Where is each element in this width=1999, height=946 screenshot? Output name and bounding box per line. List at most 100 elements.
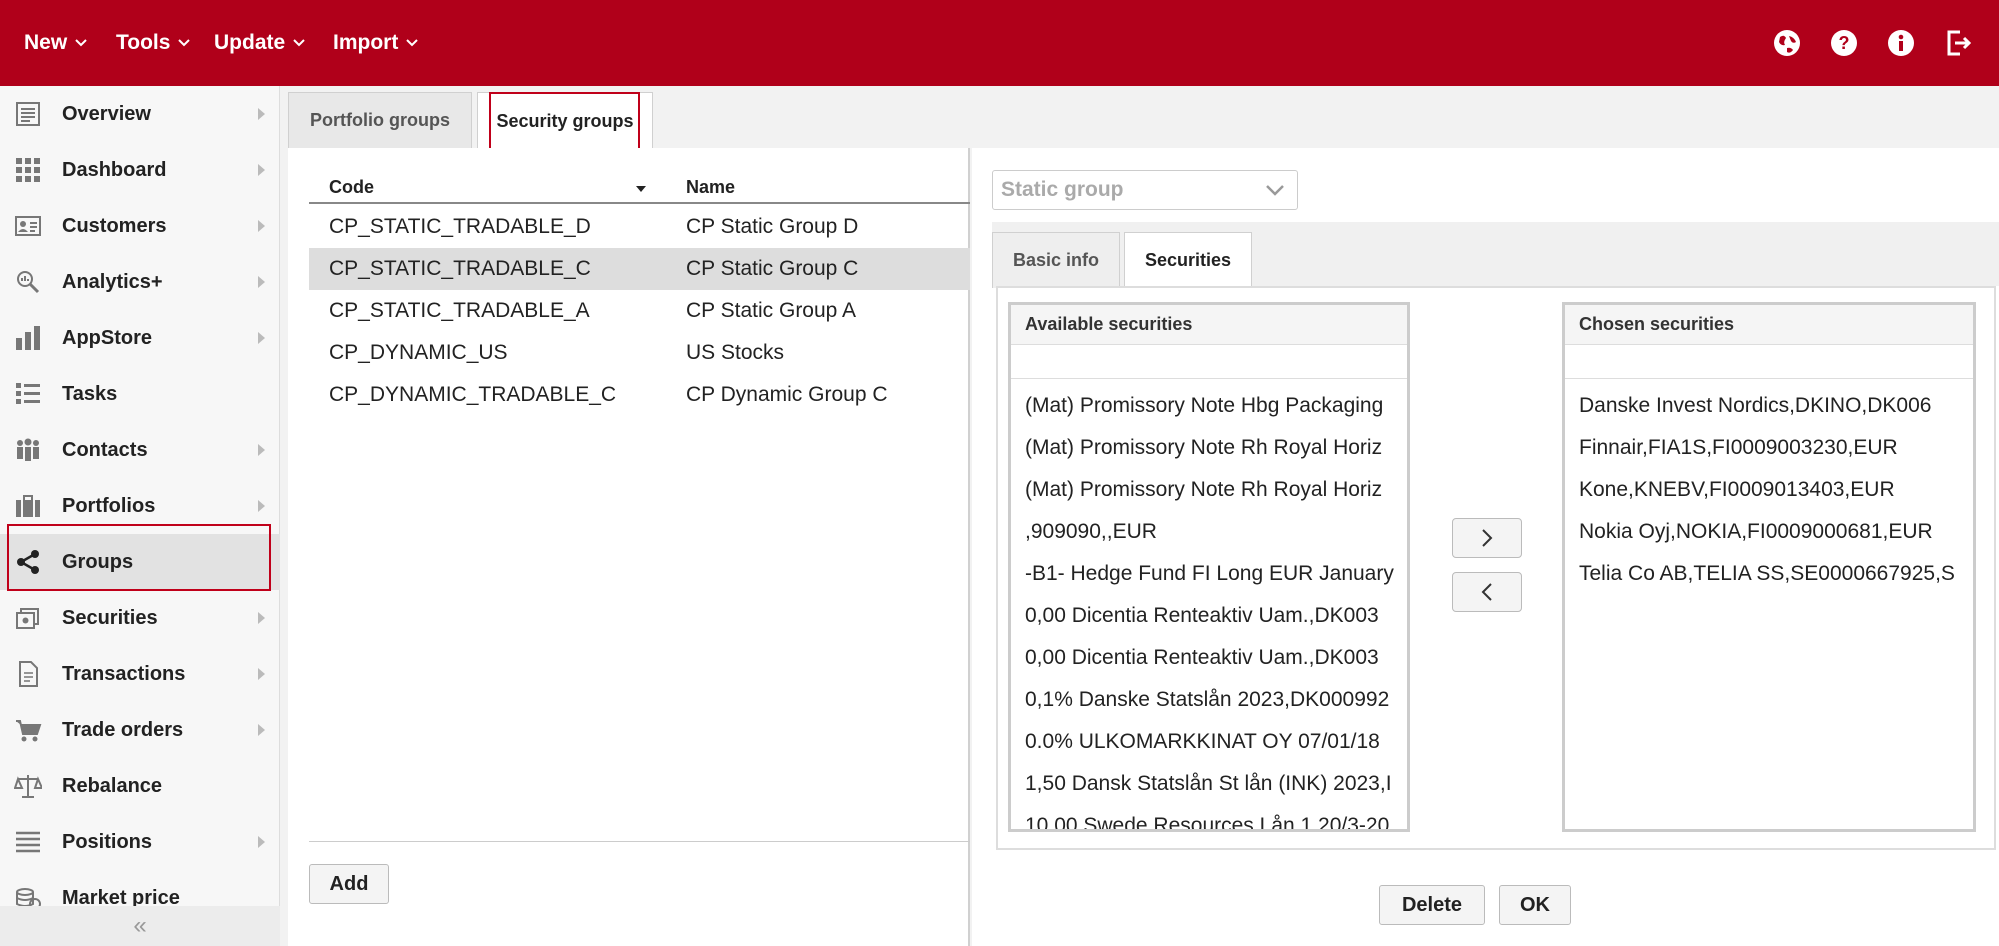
- menu-update[interactable]: Update: [214, 0, 305, 86]
- cell-code: CP_STATIC_TRADABLE_A: [329, 299, 590, 322]
- group-type-select[interactable]: Static group: [992, 170, 1298, 210]
- customers-icon: [12, 210, 44, 242]
- sidebar-item-label: Trade orders: [62, 718, 184, 741]
- chevron-right-icon: [258, 836, 265, 848]
- sidebar-item-securities[interactable]: Securities: [0, 590, 280, 646]
- list-item[interactable]: (Mat) Promissory Note Hbg Packaging: [1025, 385, 1383, 427]
- chevron-right-icon: [258, 724, 265, 736]
- menu-import[interactable]: Import: [333, 0, 419, 86]
- add-button[interactable]: Add: [309, 864, 389, 904]
- transactions-icon: [12, 658, 44, 690]
- list-item[interactable]: 0.0% ULKOMARKKINAT OY 07/01/18: [1025, 721, 1380, 763]
- table-row[interactable]: CP_STATIC_TRADABLE_A CP Static Group A: [309, 290, 970, 332]
- list-filter-input[interactable]: [1011, 345, 1407, 379]
- svg-text:?: ?: [1839, 33, 1850, 53]
- list-item[interactable]: (Mat) Promissory Note Rh Royal Horiz: [1025, 427, 1382, 469]
- chevron-right-icon: [258, 500, 265, 512]
- tab-label: Basic info: [1012, 250, 1100, 270]
- list-item[interactable]: Telia Co AB,TELIA SS,SE0000667925,S: [1579, 553, 1955, 595]
- menu-new[interactable]: New: [24, 0, 87, 86]
- list-item[interactable]: -B1- Hedge Fund FI Long EUR January: [1025, 553, 1394, 595]
- tab-securities[interactable]: Securities: [1124, 232, 1252, 287]
- sidebar-item-positions[interactable]: Positions: [0, 814, 280, 870]
- sidebar-collapse-button[interactable]: «: [0, 906, 280, 946]
- sidebar-item-label: Transactions: [62, 662, 186, 685]
- tab-portfolio-groups[interactable]: Portfolio groups: [288, 92, 472, 148]
- table-row[interactable]: CP_DYNAMIC_TRADABLE_C CP Dynamic Group C: [309, 374, 970, 416]
- globe-icon[interactable]: [1770, 26, 1804, 60]
- tasks-icon: [12, 378, 44, 410]
- sidebar-item-appstore[interactable]: AppStore: [0, 310, 280, 366]
- delete-button[interactable]: Delete: [1379, 885, 1485, 925]
- overview-icon: [12, 98, 44, 130]
- list-filter-input[interactable]: [1565, 345, 1973, 379]
- column-header-code[interactable]: Code: [329, 170, 374, 204]
- chevron-right-icon: [258, 276, 265, 288]
- chevron-right-icon: [1482, 529, 1493, 547]
- list-item[interactable]: (Mat) Promissory Note Rh Royal Horiz: [1025, 469, 1382, 511]
- group-list-panel: Code Name CP_STATIC_TRADABLE_D CP Static…: [288, 148, 970, 946]
- cell-code: CP_STATIC_TRADABLE_C: [329, 257, 591, 280]
- cart-icon: [12, 714, 44, 746]
- list-item[interactable]: Kone,KNEBV,FI0009013403,EUR: [1579, 469, 1895, 511]
- sidebar-item-customers[interactable]: Customers: [0, 198, 280, 254]
- add-to-chosen-button[interactable]: [1452, 518, 1522, 558]
- sidebar-item-transactions[interactable]: Transactions: [0, 646, 280, 702]
- list-title: Chosen securities: [1565, 305, 1973, 345]
- table-row[interactable]: CP_DYNAMIC_US US Stocks: [309, 332, 970, 374]
- menu-tools[interactable]: Tools: [116, 0, 191, 86]
- remove-from-chosen-button[interactable]: [1452, 572, 1522, 612]
- cell-code: CP_DYNAMIC_US: [329, 341, 508, 364]
- chevron-right-icon: [258, 612, 265, 624]
- list-item[interactable]: 0,1% Danske Statslån 2023,DK000992: [1025, 679, 1389, 721]
- info-icon[interactable]: [1884, 26, 1918, 60]
- sidebar-item-label: Customers: [62, 214, 167, 237]
- list-item[interactable]: 0,00 Dicentia Renteaktiv Uam.,DK003: [1025, 637, 1379, 679]
- table-row[interactable]: CP_STATIC_TRADABLE_D CP Static Group D: [309, 206, 970, 248]
- cell-name: CP Static Group C: [686, 257, 859, 280]
- sidebar-item-label: Contacts: [62, 438, 148, 461]
- logout-icon[interactable]: [1941, 26, 1975, 60]
- sidebar-item-label: AppStore: [62, 326, 152, 349]
- chevron-right-icon: [258, 332, 265, 344]
- list-item[interactable]: 0,00 Dicentia Renteaktiv Uam.,DK003: [1025, 595, 1379, 637]
- chevron-right-icon: [258, 444, 265, 456]
- menu-label: Tools: [116, 31, 171, 54]
- tab-basic-info[interactable]: Basic info: [992, 232, 1120, 288]
- group-type-value: Static group: [1001, 178, 1124, 201]
- chevron-down-icon: [178, 39, 191, 47]
- sidebar-item-label: Tasks: [62, 382, 118, 405]
- column-header-name[interactable]: Name: [686, 170, 735, 204]
- list-title: Available securities: [1011, 305, 1407, 345]
- sort-desc-icon[interactable]: [636, 186, 646, 192]
- list-item[interactable]: Danske Invest Nordics,DKINO,DK006: [1579, 385, 1931, 427]
- sidebar-item-contacts[interactable]: Contacts: [0, 422, 280, 478]
- sidebar-item-rebalance[interactable]: Rebalance: [0, 758, 280, 814]
- chevron-down-icon: [293, 39, 305, 47]
- chevron-down-icon: [1266, 185, 1284, 196]
- contacts-icon: [12, 434, 44, 466]
- menu-label: New: [24, 31, 68, 54]
- chosen-securities-list[interactable]: Chosen securities Danske Invest Nordics,…: [1562, 302, 1976, 832]
- positions-icon: [12, 826, 44, 858]
- sidebar-item-overview[interactable]: Overview: [0, 86, 280, 142]
- list-item[interactable]: 1,50 Dansk Statslån St lån (INK) 2023,I: [1025, 763, 1392, 805]
- help-icon[interactable]: ?: [1827, 26, 1861, 60]
- table-row[interactable]: CP_STATIC_TRADABLE_C CP Static Group C: [309, 248, 970, 290]
- sidebar-item-analytics[interactable]: Analytics+: [0, 254, 280, 310]
- sidebar-item-dashboard[interactable]: Dashboard: [0, 142, 280, 198]
- list-item[interactable]: ,909090,,EUR: [1025, 511, 1157, 553]
- securities-icon: [12, 602, 44, 634]
- cell-name: CP Static Group A: [686, 299, 857, 322]
- list-item[interactable]: Finnair,FIA1S,FI0009003230,EUR: [1579, 427, 1898, 469]
- sidebar-item-trade-orders[interactable]: Trade orders: [0, 702, 280, 758]
- tab-label: Securities: [1144, 249, 1232, 270]
- menu-label: Update: [214, 31, 286, 54]
- available-securities-list[interactable]: Available securities (Mat) Promissory No…: [1008, 302, 1410, 832]
- sidebar-item-tasks[interactable]: Tasks: [0, 366, 280, 422]
- list-item[interactable]: Nokia Oyj,NOKIA,FI0009000681,EUR: [1579, 511, 1933, 553]
- ok-button[interactable]: OK: [1499, 885, 1571, 925]
- sidebar-item-label: Securities: [62, 606, 158, 629]
- chevron-right-icon: [258, 668, 265, 680]
- list-item[interactable]: 10.00 Swede Resources Lån 1 20/3-20: [1025, 805, 1389, 829]
